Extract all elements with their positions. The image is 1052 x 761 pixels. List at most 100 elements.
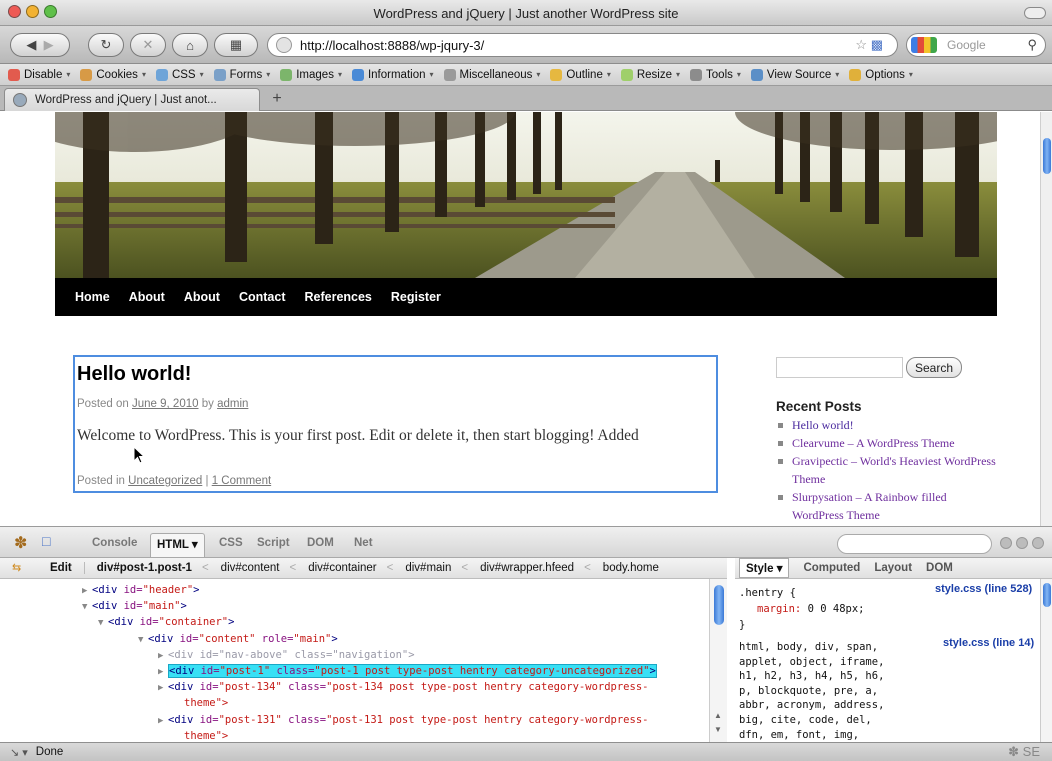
rule-selector-line[interactable]: p, blockquote, pre, a, — [739, 683, 878, 699]
style-panel-scrollbar-thumb[interactable] — [1043, 583, 1051, 607]
rule-selector-line[interactable]: applet, object, iframe, — [739, 654, 884, 670]
bookmark-star-icon[interactable]: ☆ — [855, 37, 867, 53]
side-tab-computed[interactable]: Computed — [803, 562, 860, 574]
collapsed-arrow-icon[interactable]: ▶ — [158, 664, 168, 680]
webdev-menu-disable[interactable]: Disable ▾ — [8, 68, 70, 81]
recent-post-link[interactable]: Clearvume – A WordPress Theme — [776, 434, 996, 452]
rule-selector-line[interactable]: abbr, acronym, address, — [739, 697, 884, 713]
edit-button[interactable]: Edit — [38, 562, 85, 574]
recent-post-link[interactable]: Hello world! — [776, 416, 996, 434]
menu-item-register[interactable]: Register — [391, 290, 441, 304]
rule-selector-line[interactable]: big, cite, code, del, — [739, 712, 872, 728]
site-identity-icon[interactable] — [276, 37, 292, 53]
sidebar-search-button[interactable]: Search — [906, 357, 962, 378]
status-addon-icons[interactable]: ✽ SE — [1008, 744, 1040, 760]
webdev-menu-forms[interactable]: Forms ▾ — [213, 68, 270, 81]
rule-source-link-14[interactable]: style.css (line 14) — [943, 637, 1034, 649]
toolbar-toggle-button[interactable] — [1024, 7, 1046, 19]
search-input[interactable]: Google — [947, 38, 986, 52]
webdev-menu-resize[interactable]: Resize ▾ — [620, 68, 680, 81]
post-author-link[interactable]: admin — [217, 398, 248, 410]
menu-item-contact[interactable]: Contact — [239, 290, 286, 304]
expanded-arrow-icon[interactable]: ▼ — [98, 615, 108, 631]
breadcrumb-item[interactable]: div#wrapper.hfeed — [480, 562, 574, 574]
rule-selector-hentry[interactable]: .hentry { — [739, 585, 796, 601]
new-tab-button[interactable]: + — [266, 89, 288, 109]
search-icon[interactable]: ⚲ — [1027, 37, 1037, 53]
css-property-margin[interactable]: margin: — [757, 603, 801, 615]
tab-console[interactable]: Console — [92, 537, 137, 549]
back-forward-buttons[interactable]: ◀ ▶ — [10, 33, 70, 57]
page-scrollbar[interactable] — [1040, 112, 1052, 526]
html-tree-scrollbar-thumb[interactable] — [714, 585, 724, 625]
comments-link[interactable]: 1 Comment — [212, 475, 271, 487]
side-tab-layout[interactable]: Layout — [874, 562, 912, 574]
stop-button[interactable]: ✕ — [130, 33, 166, 57]
webdev-menu-options[interactable]: Options ▾ — [849, 68, 913, 81]
tab-script[interactable]: Script — [257, 537, 290, 549]
back-arrow-icon[interactable]: ◀ — [26, 37, 36, 53]
home-button[interactable]: ⌂ — [172, 33, 208, 57]
breadcrumb-item[interactable]: body.home — [603, 562, 659, 574]
google-engine-icon[interactable] — [911, 37, 937, 53]
forward-arrow-icon[interactable]: ▶ — [44, 37, 54, 53]
rule-declaration[interactable]: margin: 0 0 48px; — [757, 601, 864, 617]
tab-html[interactable]: HTML ▾ — [150, 533, 205, 557]
search-box[interactable]: Google ⚲ — [906, 33, 1046, 57]
rss-icon[interactable]: ▩ — [871, 37, 883, 53]
html-node-line[interactable]: ▼ <div id="main"> — [82, 598, 187, 614]
tab-net[interactable]: Net — [354, 537, 373, 549]
webdev-menu-tools[interactable]: Tools ▾ — [690, 68, 741, 81]
html-node-line[interactable]: ▶ <div id="post-1" class="post-1 post typ… — [158, 663, 657, 679]
rule-selector-line[interactable]: html, body, div, span, — [739, 639, 878, 655]
rule-source-link-528[interactable]: style.css (line 528) — [935, 583, 1032, 595]
tab-title[interactable]: WordPress and jQuery | Just anot... — [35, 94, 217, 106]
url-text[interactable]: http://localhost:8888/wp-jqury-3/ — [300, 38, 484, 53]
expanded-arrow-icon[interactable]: ▼ — [82, 599, 92, 615]
recent-post-link[interactable]: Gravipectic – World's Heaviest WordPress… — [776, 452, 996, 488]
page-action-button[interactable]: ▦ — [214, 33, 258, 57]
collapsed-arrow-icon[interactable]: ▶ — [158, 680, 168, 696]
scroll-down-arrow-icon[interactable]: ▼ — [714, 725, 722, 734]
firebug-bug-icon[interactable]: ✽ — [14, 533, 27, 553]
breadcrumb-item[interactable]: div#main — [405, 562, 451, 574]
firebug-search-input[interactable] — [837, 534, 992, 554]
tab-current[interactable]: WordPress and jQuery | Just anot... — [4, 88, 260, 111]
breadcrumb-item[interactable]: div#post-1.post-1 — [97, 562, 192, 574]
webdev-menu-outline[interactable]: Outline ▾ — [550, 68, 611, 81]
post-date-link[interactable]: June 9, 2010 — [132, 398, 199, 410]
html-node-line[interactable]: ▶ <div id="post-131" class="post-131 post… — [158, 712, 648, 728]
category-link[interactable]: Uncategorized — [128, 475, 202, 487]
menu-item-about[interactable]: About — [129, 290, 165, 304]
recent-post-link[interactable]: Slurpysation – A Rainbow filled WordPres… — [776, 488, 996, 524]
collapsed-arrow-icon[interactable]: ▶ — [158, 648, 168, 664]
html-tree-scrollbar[interactable]: ▲ ▼ — [709, 579, 727, 742]
firebug-close-button[interactable] — [1032, 537, 1044, 549]
collapsed-arrow-icon[interactable]: ▶ — [82, 583, 92, 599]
css-value-margin[interactable]: 0 0 48px; — [801, 603, 865, 615]
menu-item-home[interactable]: Home — [75, 290, 110, 304]
webdev-menu-images[interactable]: Images ▾ — [280, 68, 342, 81]
style-panel-scrollbar[interactable] — [1040, 579, 1052, 742]
status-menu-icon[interactable]: ↘ ▾ — [10, 746, 28, 759]
breadcrumb-item[interactable]: div#container — [308, 562, 376, 574]
webdev-menu-cookies[interactable]: Cookies ▾ — [80, 68, 146, 81]
expanded-arrow-icon[interactable]: ▼ — [138, 632, 148, 648]
rule-selector-line[interactable]: dfn, em, font, img, — [739, 727, 859, 742]
html-node-line[interactable]: ▶ <div id="header"> — [82, 582, 199, 598]
webdev-menu-view-source[interactable]: View Source ▾ — [750, 68, 839, 81]
html-node-line[interactable]: ▶ <div id="post-134" class="post-134 post… — [158, 679, 648, 695]
firebug-minimize-button[interactable] — [1000, 537, 1012, 549]
page-scrollbar-thumb[interactable] — [1043, 138, 1051, 174]
firebug-detach-button[interactable] — [1016, 537, 1028, 549]
breadcrumb-item[interactable]: div#content — [221, 562, 280, 574]
rule-selector-line[interactable]: h1, h2, h3, h4, h5, h6, — [739, 668, 884, 684]
html-node-line[interactable]: ▶ <div id="nav-above" class="navigation"> — [158, 647, 415, 663]
sidebar-search-input[interactable] — [776, 357, 903, 378]
html-node-line[interactable]: ▼ <div id="content" role="main"> — [138, 631, 338, 647]
collapsed-arrow-icon[interactable]: ▶ — [158, 713, 168, 729]
tab-css[interactable]: CSS — [219, 537, 243, 549]
side-tab-dom[interactable]: DOM — [926, 562, 953, 574]
post-title[interactable]: Hello world! — [77, 363, 191, 386]
menu-item-about[interactable]: About — [184, 290, 220, 304]
